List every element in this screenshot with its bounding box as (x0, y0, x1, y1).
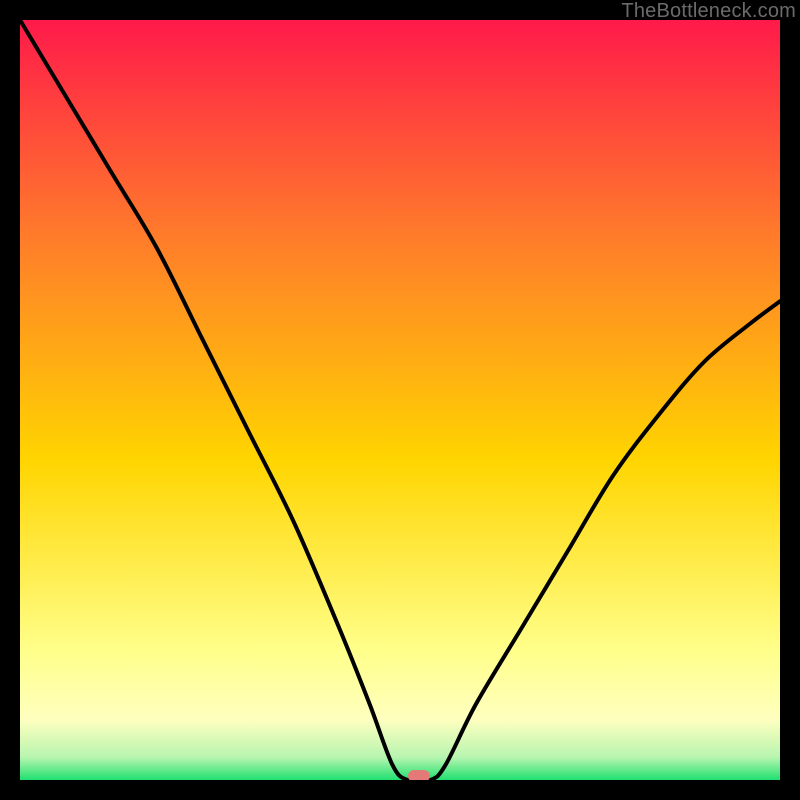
bottleneck-curve (20, 20, 780, 780)
plot-area (20, 20, 780, 780)
chart-stage: TheBottleneck.com (0, 0, 800, 800)
balance-marker (408, 770, 430, 780)
